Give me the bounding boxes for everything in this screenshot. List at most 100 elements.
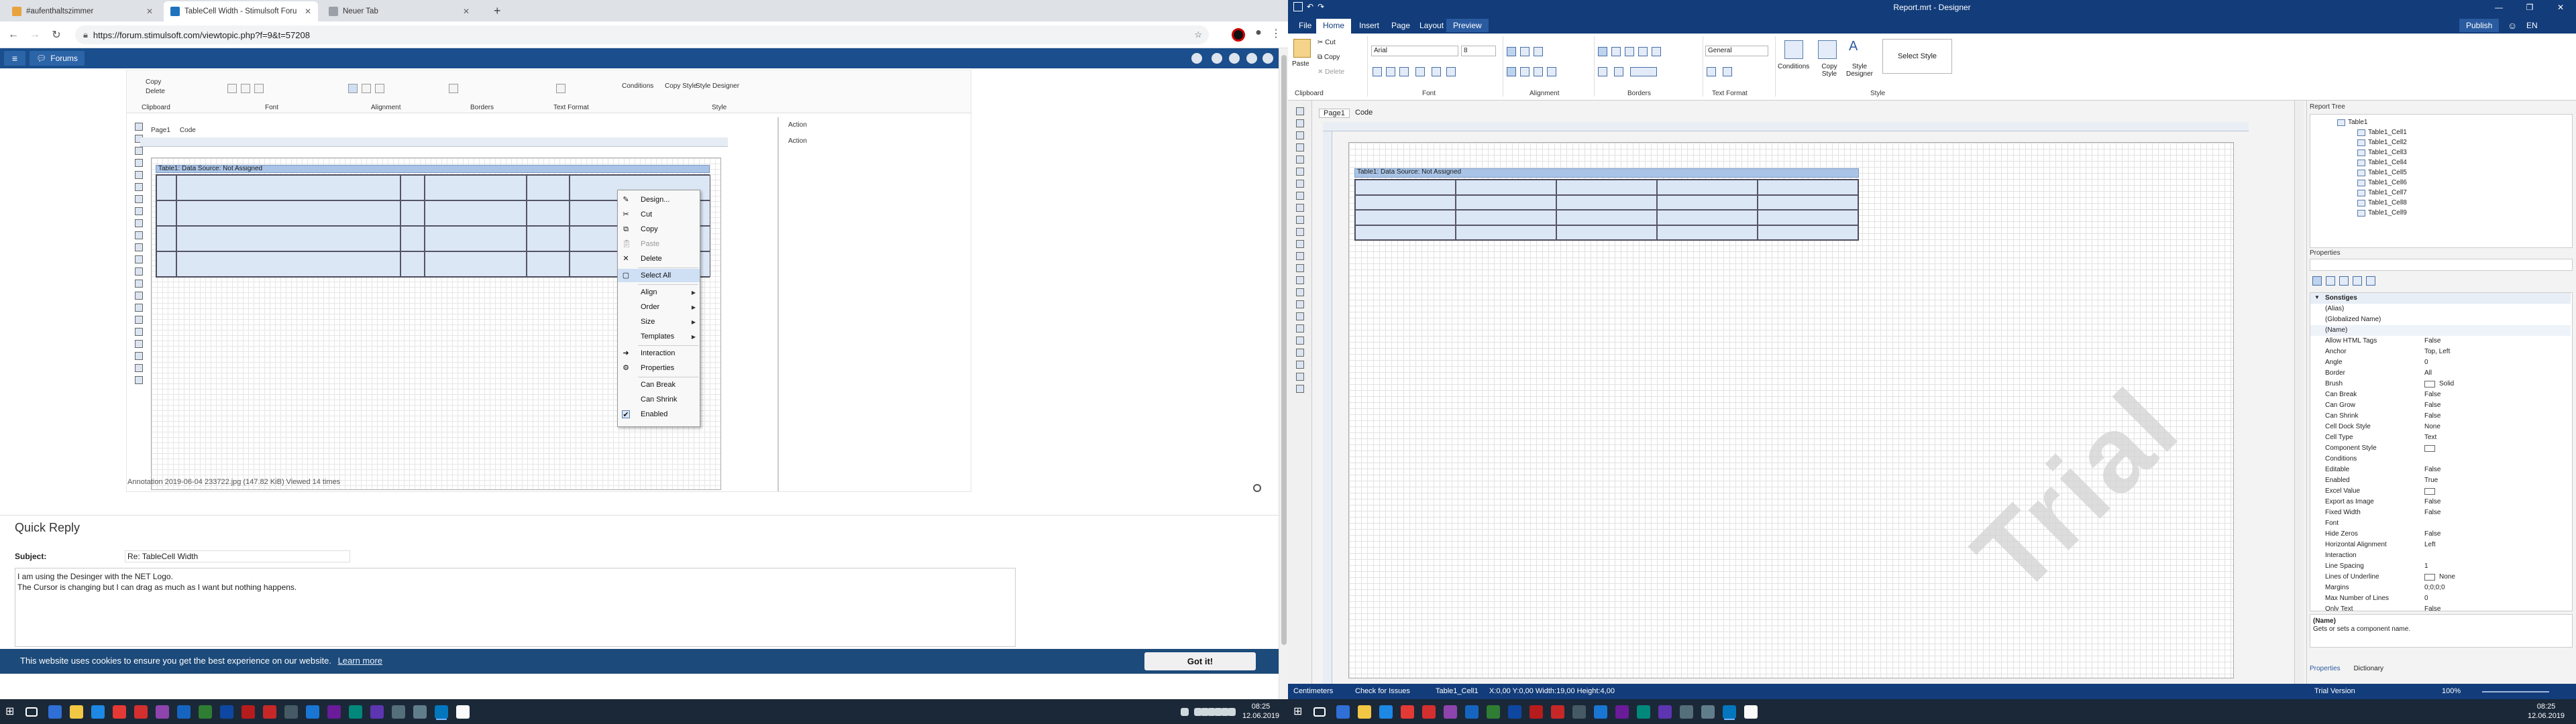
tray-icon[interactable] xyxy=(1181,708,1189,716)
tree-item-cell[interactable]: Table1_Cell5 xyxy=(2357,169,2407,176)
copy-style-label[interactable]: Copy Style xyxy=(1818,63,1841,78)
property-row[interactable]: Hide Zeros False xyxy=(2310,529,2571,540)
property-row[interactable]: Only Text False xyxy=(2310,604,2571,611)
context-menu-item[interactable]: Size ▶ xyxy=(618,315,700,328)
alphabetical-icon[interactable] xyxy=(2326,276,2335,286)
browser-tab-aufenthaltszimmer[interactable]: #aufenthaltszimmer ✕ xyxy=(5,1,160,21)
taskbar-app-icon[interactable] xyxy=(177,705,191,719)
menu-layout[interactable]: Layout xyxy=(1413,19,1450,32)
menu-preview[interactable]: Preview xyxy=(1446,19,1489,32)
context-menu-item[interactable]: ➜ Interaction xyxy=(618,347,700,360)
property-row[interactable]: Enabled True xyxy=(2310,475,2571,486)
property-row[interactable]: Editable False xyxy=(2310,465,2571,475)
taskbar-app-icon[interactable] xyxy=(435,705,448,719)
profile-icon[interactable]: ● xyxy=(1252,27,1265,42)
notifications-icon[interactable] xyxy=(1229,53,1240,64)
property-value[interactable]: False xyxy=(2424,412,2440,420)
taskbar-app-icon[interactable] xyxy=(220,705,233,719)
account-icon[interactable] xyxy=(1263,53,1273,64)
tray-icon[interactable] xyxy=(1208,708,1216,716)
context-menu-item[interactable]: 📋︎ Paste xyxy=(618,237,700,251)
format-options-icon[interactable] xyxy=(1723,67,1732,76)
tree-item-table[interactable]: Table1 xyxy=(2337,119,2367,126)
taskbar-app-icon[interactable] xyxy=(263,705,276,719)
taskbar-app-icon[interactable] xyxy=(306,705,319,719)
extension-icon[interactable] xyxy=(1232,28,1245,42)
property-category[interactable]: ▼ Sonstiges xyxy=(2310,293,2571,304)
italic-icon[interactable] xyxy=(1386,67,1395,76)
context-menu-item[interactable]: Templates ▶ xyxy=(618,330,700,343)
taskbar-app-icon[interactable] xyxy=(327,705,341,719)
tray-icon[interactable] xyxy=(1221,708,1229,716)
taskbar-app-icon[interactable] xyxy=(349,705,362,719)
taskbar-app-icon[interactable] xyxy=(1487,705,1500,719)
taskbar-app-icon[interactable] xyxy=(1379,705,1393,719)
property-value[interactable]: None xyxy=(2424,423,2440,430)
context-menu-item[interactable]: Can Break xyxy=(618,378,700,391)
align-right-icon[interactable] xyxy=(1534,67,1543,76)
taskbar-app-icon[interactable] xyxy=(70,705,83,719)
grow-font-icon[interactable] xyxy=(1432,67,1441,76)
taskbar-app-icon[interactable] xyxy=(1444,705,1457,719)
start-icon[interactable]: ⊞ xyxy=(5,705,19,719)
toolbox-icons[interactable] xyxy=(1295,107,1305,393)
property-row[interactable]: Angle 0 xyxy=(2310,357,2571,368)
minimize-button[interactable]: — xyxy=(2483,0,2514,15)
tree-item-cell[interactable]: Table1_Cell4 xyxy=(2357,159,2407,166)
taskbar-app-icon[interactable] xyxy=(284,705,298,719)
copy-style-icon[interactable] xyxy=(1818,40,1837,59)
bold-icon[interactable] xyxy=(1373,67,1382,76)
taskbar-app-icon[interactable] xyxy=(370,705,384,719)
align-middle-icon[interactable] xyxy=(1520,47,1529,56)
table-header-band[interactable]: Table1: Data Source: Not Assigned xyxy=(1354,168,1859,178)
canvas-scrollbar[interactable] xyxy=(2294,101,2304,684)
property-row[interactable]: Anchor Top, Left xyxy=(2310,347,2571,357)
property-value[interactable]: 0 xyxy=(2424,595,2428,602)
start-icon[interactable]: ⊞ xyxy=(1293,705,1307,719)
taskbar-app-icon[interactable] xyxy=(1701,705,1715,719)
tree-item-cell[interactable]: Table1_Cell6 xyxy=(2357,179,2407,186)
collapse-icon[interactable]: ▼ xyxy=(2314,294,2320,300)
taskbar-app-icon[interactable] xyxy=(156,705,169,719)
cut-button[interactable]: ✂ Cut xyxy=(1318,39,1336,46)
learn-more-link[interactable]: Learn more xyxy=(338,656,382,666)
close-button[interactable]: ✕ xyxy=(2545,0,2576,15)
border-bottom-icon[interactable] xyxy=(1625,47,1634,56)
property-value[interactable]: None xyxy=(2439,573,2455,581)
property-value[interactable]: All xyxy=(2424,369,2432,377)
events-icon[interactable] xyxy=(2353,276,2362,286)
paste-icon[interactable] xyxy=(1293,39,1311,58)
star-icon[interactable]: ☆ xyxy=(1194,29,1202,40)
property-row[interactable]: Max Number of Lines 0 xyxy=(2310,593,2571,604)
taskbar-app-icon[interactable] xyxy=(1529,705,1543,719)
page1-tab[interactable]: Page1 xyxy=(1319,109,1350,118)
taskbar-app-icon[interactable] xyxy=(1572,705,1586,719)
dictionary-tab[interactable]: Dictionary xyxy=(2354,665,2383,672)
subject-input[interactable]: Re: TableCell Width xyxy=(125,550,350,562)
tree-item-cell[interactable]: Table1_Cell8 xyxy=(2357,199,2407,206)
property-row[interactable]: Excel Value xyxy=(2310,486,2571,497)
align-top-icon[interactable] xyxy=(1507,47,1516,56)
taskbar-app-icon[interactable] xyxy=(1680,705,1693,719)
align-left-icon[interactable] xyxy=(1507,67,1516,76)
border-none-icon[interactable] xyxy=(1598,67,1607,76)
context-menu-item[interactable]: ✂ Cut xyxy=(618,208,700,221)
taskbar-app-icon[interactable] xyxy=(1551,705,1564,719)
style-designer-label[interactable]: Style Designer xyxy=(1845,63,1874,78)
property-value[interactable]: 0;0;0;0 xyxy=(2424,584,2445,591)
menu-insert[interactable]: Insert xyxy=(1352,19,1386,32)
property-value[interactable]: False xyxy=(2424,466,2440,473)
conditions-icon[interactable] xyxy=(1784,40,1803,59)
align-justify-icon[interactable] xyxy=(1547,67,1556,76)
context-menu-item[interactable]: ✎ Design... xyxy=(618,193,700,206)
taskbar-app-icon[interactable] xyxy=(392,705,405,719)
tree-item-cell[interactable]: Table1_Cell1 xyxy=(2357,129,2407,136)
border-all-icon[interactable] xyxy=(1598,47,1607,56)
taskbar-app-icon[interactable] xyxy=(199,705,212,719)
context-menu-item[interactable]: ▢ Select All xyxy=(618,269,700,282)
table-cells[interactable] xyxy=(1354,179,1859,241)
property-row[interactable]: Brush Solid xyxy=(2310,379,2571,389)
taskbar-app-icon[interactable] xyxy=(1658,705,1672,719)
new-tab-button[interactable]: + xyxy=(494,4,501,18)
tree-item-cell[interactable]: Table1_Cell2 xyxy=(2357,139,2407,146)
